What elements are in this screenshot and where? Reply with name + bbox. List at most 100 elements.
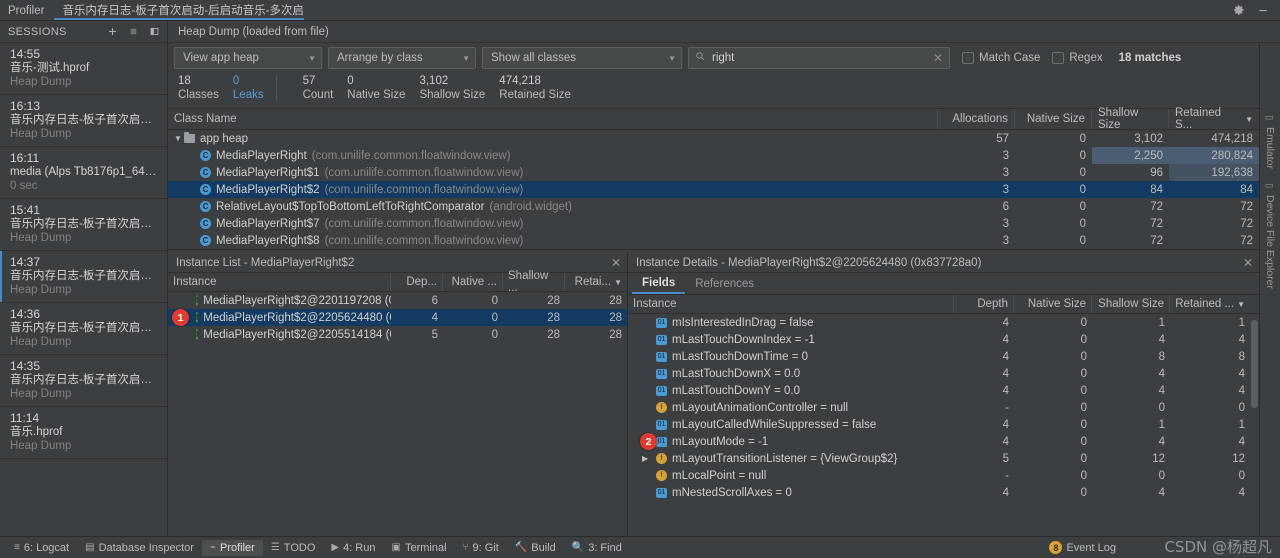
minimize-icon[interactable]	[1256, 3, 1270, 17]
cell-native-size: 0	[491, 328, 498, 341]
search-input[interactable]: right ✕	[688, 47, 950, 69]
status-item-4-run[interactable]: ▶ 4: Run	[323, 540, 383, 556]
table-row[interactable]: ▶ f mLayoutTransitionListener = {ViewGroup…	[628, 450, 1250, 467]
cell-native-size: 0	[1079, 200, 1086, 213]
column-header-retained-size[interactable]: Retained ... ▼	[1170, 295, 1250, 313]
session-time: 16:13	[10, 99, 41, 113]
session-item[interactable]: 16:11 media (Alps Tb8176p1_64_bs... 0 se…	[0, 147, 167, 199]
status-item-9-git[interactable]: ⑂ 9: Git	[455, 540, 507, 556]
cell-class-name: C MediaPlayerRight$2 (com.unilife.common.f…	[168, 181, 938, 198]
table-row[interactable]: C MediaPlayerRight$7 (com.unilife.common.f…	[168, 215, 1259, 232]
table-row[interactable]: 01 mLastTouchDownX = 0.0 4 0 4 4	[628, 365, 1250, 382]
panel-toggle-icon[interactable]	[147, 25, 161, 39]
column-header-class-name[interactable]: Class Name	[168, 109, 938, 129]
column-header-native-size[interactable]: Native Size	[1014, 295, 1092, 313]
table-row[interactable]: 01 mIsInterestedInDrag = false 4 0 1 1	[628, 314, 1250, 331]
class-name: app heap	[200, 132, 248, 145]
tool-window-device-file-explorer[interactable]: ▭ Device File Explorer	[1264, 181, 1276, 289]
instance-icon: I	[196, 312, 199, 323]
status-item-todo[interactable]: ☰ TODO	[263, 540, 324, 556]
plus-icon[interactable]	[105, 25, 119, 39]
column-header-instance[interactable]: Instance	[628, 295, 954, 313]
session-item[interactable]: 14:55 音乐-测试.hprof Heap Dump	[0, 43, 167, 95]
status-item-3-find[interactable]: 🔍 3: Find	[564, 540, 630, 556]
status-item-terminal[interactable]: ▣ Terminal	[384, 540, 455, 556]
status-item-profiler[interactable]: ⌁ Profiler	[201, 539, 263, 556]
column-header-retained-size[interactable]: Retai... ▼	[565, 273, 627, 291]
table-row[interactable]: C RelativeLayout$TopToBottomLeftToRightCo…	[168, 198, 1259, 215]
session-item[interactable]: 14:35 音乐内存日志-板子首次启动-后... Heap Dump	[0, 355, 167, 407]
column-header-depth[interactable]: Depth	[954, 295, 1014, 313]
table-row[interactable]: C MediaPlayerRight$8 (com.unilife.common.f…	[168, 232, 1259, 249]
expand-triangle-icon[interactable]: ▼	[174, 134, 184, 143]
field-name: mLastTouchDownX = 0.0	[672, 367, 801, 380]
table-row[interactable]: f mLocalPoint = null - 0 0 0	[628, 467, 1250, 484]
table-row[interactable]: ▼ app heap 57 0 3,102 474,218	[168, 130, 1259, 147]
match-case-checkbox[interactable]: Match Case	[962, 52, 1040, 64]
primitive-field-icon: 01	[656, 487, 667, 498]
session-item[interactable]: 14:37 音乐内存日志-板子首次启动-后... Heap Dump	[0, 251, 167, 303]
table-row[interactable]: 01 mLastTouchDownIndex = -1 4 0 4 4	[628, 331, 1250, 348]
stat-native-size: 0 Native Size	[347, 74, 405, 102]
class-name: MediaPlayerRight$7	[216, 217, 320, 230]
status-item-build[interactable]: 🔨 Build	[507, 540, 564, 556]
session-item[interactable]: 15:41 音乐内存日志-板子首次启动-后... Heap Dump	[0, 199, 167, 251]
close-icon[interactable]: ✕	[611, 256, 621, 270]
sessions-title: SESSIONS	[8, 25, 67, 38]
table-row[interactable]: C MediaPlayerRight$1 (com.unilife.common.f…	[168, 164, 1259, 181]
column-header-shallow-size[interactable]: Shallow ...	[503, 270, 565, 294]
classes-select[interactable]: Show all classes ▼	[482, 47, 682, 69]
active-session-tab[interactable]: 音乐内存日志-板子首次启动-后启动音乐-多次启动...	[54, 0, 305, 20]
column-header-shallow-size[interactable]: Shallow Size	[1092, 295, 1170, 313]
regex-label: Regex	[1069, 52, 1103, 64]
column-header-native-size[interactable]: Native Size	[1015, 109, 1092, 129]
table-row[interactable]: 01 mLastTouchDownY = 0.0 4 0 4 4	[628, 382, 1250, 399]
scrollbar-thumb[interactable]	[1251, 320, 1258, 408]
cell-allocations: 6	[1002, 200, 1009, 213]
table-row[interactable]: 01 mLastTouchDownTime = 0 4 0 8 8	[628, 348, 1250, 365]
list-item[interactable]: I MediaPlayerRight$2@2201197208 (0x83 6 …	[168, 292, 627, 309]
tool-window-emulator[interactable]: ▭ Emulator	[1264, 113, 1276, 169]
chevron-down-icon: ▼	[668, 53, 676, 63]
gear-icon[interactable]	[1232, 3, 1246, 17]
tab-references[interactable]: References	[685, 273, 764, 294]
event-log-button[interactable]: 8 Event Log	[1041, 539, 1124, 556]
primitive-field-icon: 01	[656, 419, 667, 430]
instance-table-header: Instance Dep... Native ... Shallow ... Retai…	[168, 270, 627, 294]
arrange-select[interactable]: Arrange by class ▼	[328, 47, 476, 69]
column-header-shallow-size[interactable]: Shallow Size	[1092, 107, 1169, 131]
list-item[interactable]: 1 I MediaPlayerRight$2@2205624480 (0x83 …	[168, 309, 627, 326]
find-icon: 🔍	[571, 542, 585, 553]
session-name: 音乐内存日志-板子首次启动-后...	[10, 374, 159, 386]
column-header-instance[interactable]: Instance	[168, 273, 391, 291]
clear-icon[interactable]: ✕	[933, 51, 943, 65]
session-item[interactable]: 14:36 音乐内存日志-板子首次启动-后... Heap Dump	[0, 303, 167, 355]
list-item[interactable]: I MediaPlayerRight$2@2205514184 (0x83 5 …	[168, 326, 627, 343]
table-row[interactable]: 2 01 mLayoutMode = -1 4 0 4 4	[628, 433, 1250, 450]
match-count: 18 matches	[1118, 52, 1182, 64]
status-item-6-logcat[interactable]: ≡ 6: Logcat	[6, 540, 77, 556]
table-row[interactable]: C MediaPlayerRight (com.unilife.common.flo…	[168, 147, 1259, 164]
session-item[interactable]: 16:13 音乐内存日志-板子首次启动-后... Heap Dump	[0, 95, 167, 147]
status-item-database-inspector[interactable]: ▤ Database Inspector	[77, 540, 202, 556]
regex-checkbox[interactable]: Regex	[1052, 52, 1103, 64]
column-header-allocations[interactable]: Allocations	[938, 109, 1015, 129]
table-row[interactable]: 01 mNestedScrollAxes = 0 4 0 4 4	[628, 484, 1250, 501]
table-row[interactable]: f mLayoutAnimationController = null - 0 0…	[628, 399, 1250, 416]
field-name: mLocalPoint = null	[672, 469, 767, 482]
tab-fields[interactable]: Fields	[632, 273, 686, 294]
heap-select[interactable]: View app heap ▼	[174, 47, 322, 69]
column-header-retained-size[interactable]: Retained S... ▼	[1169, 107, 1259, 131]
cell-retained-size: 28	[609, 294, 622, 307]
expand-triangle-icon[interactable]: ▶	[642, 454, 656, 463]
stat-leaks[interactable]: 0 Leaks	[233, 74, 264, 102]
stat-value: 0	[232, 75, 240, 87]
fields-scrollbar[interactable]	[1250, 314, 1259, 536]
column-header-native-size[interactable]: Native ...	[443, 273, 503, 291]
column-header-depth[interactable]: Dep...	[391, 273, 443, 291]
table-row[interactable]: C MediaPlayerRight$2 (com.unilife.common.f…	[168, 181, 1259, 198]
close-icon[interactable]: ✕	[1243, 256, 1253, 270]
session-item[interactable]: 11:14 音乐.hprof Heap Dump	[0, 407, 167, 459]
stop-icon[interactable]	[126, 25, 140, 39]
table-row[interactable]: 01 mLayoutCalledWhileSuppressed = false 4…	[628, 416, 1250, 433]
